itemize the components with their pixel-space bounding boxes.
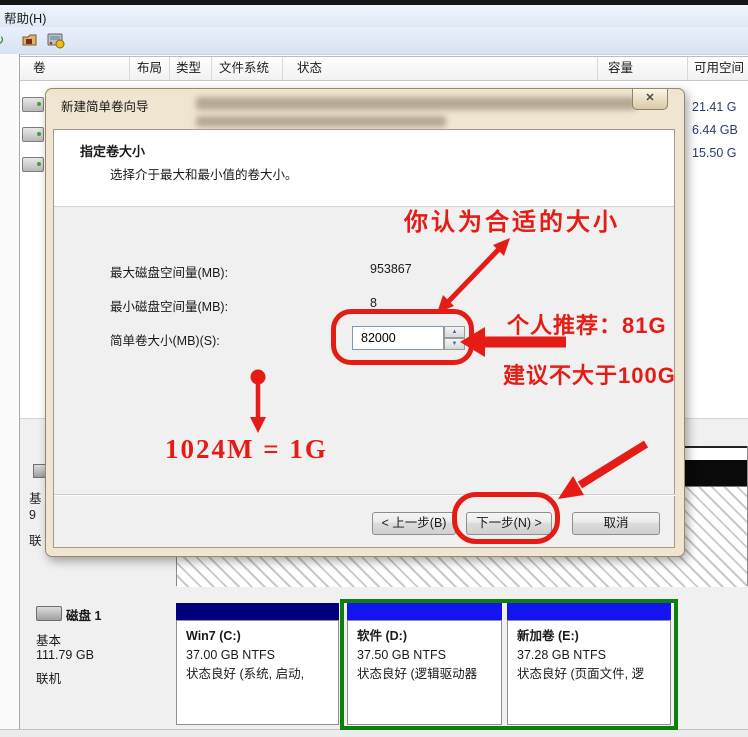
annotation-suggestion: 建议不大于100G <box>503 358 676 390</box>
partition-e-status: 状态良好 (页面文件, 逻 <box>517 665 670 684</box>
partition-e-strip <box>507 603 671 620</box>
volume-row-icon[interactable] <box>22 97 44 112</box>
col-filesystem[interactable]: 文件系统 <box>212 57 283 80</box>
min-size-label: 最小磁盘空间量(MB): <box>110 296 228 315</box>
dialog-title: 新建简单卷向导 <box>61 96 149 115</box>
button-separator <box>54 494 676 496</box>
toolbar: ↻ <box>0 27 748 55</box>
refresh-icon[interactable]: ↻ <box>0 31 10 49</box>
partition-e-name: 新加卷 (E:) <box>517 627 670 646</box>
annotation-conversion: 1024M = 1G <box>165 434 328 465</box>
menu-bar: 帮助(H) <box>0 5 748 27</box>
disk-manage-icon[interactable] <box>47 31 65 49</box>
volume-table-header: 卷 布局 类型 文件系统 状态 容量 可用空间 <box>20 56 748 81</box>
highlight-circle-input <box>331 309 474 365</box>
partition-d-name: 软件 (D:) <box>357 627 501 646</box>
disk1-type: 基本 <box>36 630 61 649</box>
col-layout[interactable]: 布局 <box>130 57 170 80</box>
annotation-recommendation: 个人推荐：81G <box>507 308 667 340</box>
col-free-space[interactable]: 可用空间 <box>688 57 748 80</box>
partition-d-size: 37.50 GB NTFS <box>357 646 501 665</box>
disk1-size: 111.79 GB <box>36 648 94 662</box>
disk1-status: 联机 <box>36 668 61 687</box>
volume-row-icon[interactable] <box>22 157 44 172</box>
page-title: 指定卷大小 <box>80 141 145 160</box>
partition-d-status: 状态良好 (逻辑驱动器 <box>357 665 501 684</box>
page-subtitle: 选择介于最大和最小值的卷大小。 <box>110 164 298 183</box>
menu-help[interactable]: 帮助(H) <box>4 8 46 27</box>
wizard-header: 指定卷大小 选择介于最大和最小值的卷大小。 <box>54 130 674 207</box>
disk1-label: 磁盘 1 <box>66 605 101 624</box>
partition-e[interactable]: 新加卷 (E:) 37.28 GB NTFS 状态良好 (页面文件, 逻 <box>507 603 671 725</box>
partition-e-size: 37.28 GB NTFS <box>517 646 670 665</box>
highlight-circle-next <box>452 492 560 544</box>
partition-c-strip <box>176 603 339 620</box>
cancel-button[interactable]: 取消 <box>572 512 660 535</box>
partition-d[interactable]: 软件 (D:) 37.50 GB NTFS 状态良好 (逻辑驱动器 <box>347 603 502 725</box>
disk1-icon <box>36 606 62 621</box>
window-bottom-edge <box>0 729 748 737</box>
export-icon[interactable] <box>21 31 39 49</box>
close-icon[interactable]: ✕ <box>632 89 668 110</box>
free-space-value: 6.44 GB <box>692 123 738 137</box>
partition-c-name: Win7 (C:) <box>186 627 338 646</box>
disk-management-window: 帮助(H) ↻ 卷 布局 类型 文件系统 状态 容量 可用空间 21.41 G … <box>0 0 748 737</box>
free-space-value: 15.50 G <box>692 146 736 160</box>
col-capacity[interactable]: 容量 <box>598 57 688 80</box>
partition-c[interactable]: Win7 (C:) 37.00 GB NTFS 状态良好 (系统, 启动, <box>176 603 339 725</box>
partition-c-size: 37.00 GB NTFS <box>186 646 338 665</box>
col-volume[interactable]: 卷 <box>20 57 130 80</box>
partition-c-status: 状态良好 (系统, 启动, <box>186 665 338 684</box>
volume-size-label: 简单卷大小(MB)(S): <box>110 330 220 349</box>
min-size-value: 8 <box>370 296 377 310</box>
annotation-appropriate-size: 你认为合适的大小 <box>404 202 620 237</box>
censored-blur <box>196 116 446 127</box>
volume-row-icon[interactable] <box>22 127 44 142</box>
back-button[interactable]: < 上一步(B) <box>372 512 456 535</box>
disk0-text-fragment: 9 <box>29 508 36 522</box>
censored-blur <box>196 97 636 110</box>
max-size-value: 953867 <box>370 262 412 276</box>
partition-d-strip <box>347 603 502 620</box>
free-space-value: 21.41 G <box>692 100 736 114</box>
disk0-text-fragment: 基 <box>29 488 42 507</box>
max-size-label: 最大磁盘空间量(MB): <box>110 262 228 281</box>
col-status[interactable]: 状态 <box>283 57 598 80</box>
disk0-text-fragment: 联 <box>29 530 42 549</box>
left-pane-edge <box>0 54 20 737</box>
col-type[interactable]: 类型 <box>170 57 212 80</box>
